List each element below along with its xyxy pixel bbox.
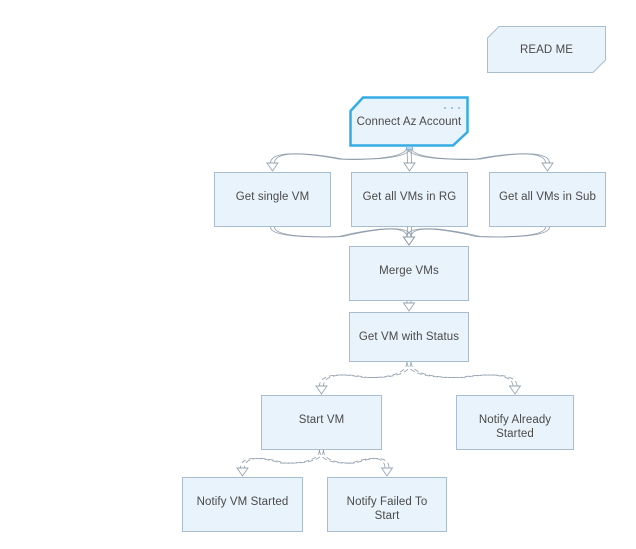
more-options-icon[interactable] <box>444 105 460 111</box>
node-get-vm-with-status[interactable]: Get VM with Status <box>349 312 469 362</box>
node-label: Get all VMs in RG <box>362 191 457 203</box>
node-connect-az-account[interactable]: Connect Az Account <box>349 96 469 150</box>
node-get-single-vm[interactable]: Get single VM <box>214 172 331 227</box>
connector-layer <box>236 146 554 477</box>
node-label: READ ME <box>519 43 574 56</box>
selection-handle-bottom[interactable] <box>406 146 413 150</box>
node-read-me[interactable]: READ ME <box>487 26 606 73</box>
node-label: Connect Az Account <box>356 115 462 128</box>
node-label: Merge VMs <box>379 265 439 277</box>
node-label: Notify Already Started <box>478 414 552 440</box>
node-notify-vm-started[interactable]: Notify VM Started <box>182 477 303 532</box>
node-start-vm[interactable]: Start VM <box>261 395 382 450</box>
flowchart-canvas[interactable]: READ ME Connect Az Account Get single VM… <box>0 0 636 549</box>
node-label: Notify Failed To Start <box>346 496 428 522</box>
node-get-all-vms-in-sub[interactable]: Get all VMs in Sub <box>489 172 606 227</box>
node-label: Get VM with Status <box>358 331 460 343</box>
node-get-all-vms-in-rg[interactable]: Get all VMs in RG <box>351 172 468 227</box>
node-label: Notify VM Started <box>196 496 289 508</box>
node-label: Get all VMs in Sub <box>498 191 597 203</box>
node-notify-already-started[interactable]: Notify Already Started <box>456 395 574 450</box>
node-merge-vms[interactable]: Merge VMs <box>349 246 469 301</box>
node-label: Start VM <box>298 414 345 426</box>
node-notify-failed-to-start[interactable]: Notify Failed To Start <box>327 477 447 532</box>
node-label: Get single VM <box>235 191 310 203</box>
